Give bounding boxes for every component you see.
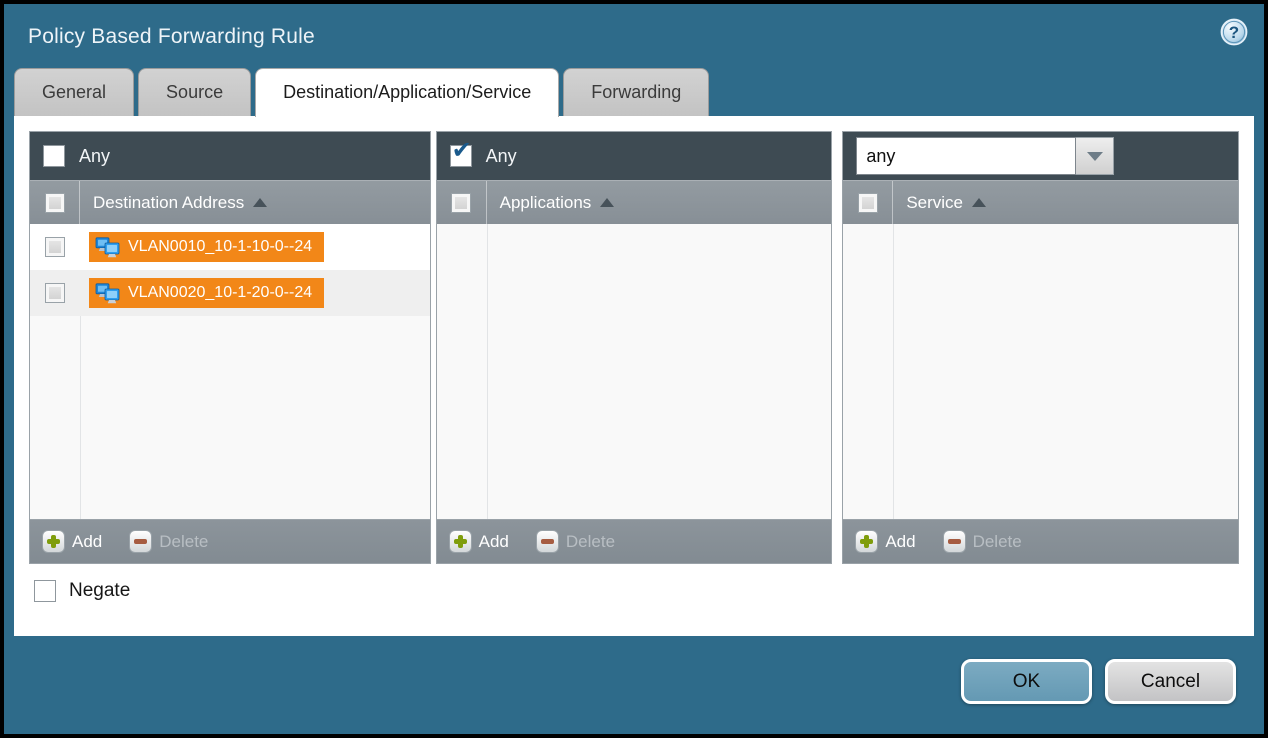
destination-any-checkbox[interactable]	[43, 145, 65, 167]
dialog-footer: OK Cancel	[4, 634, 1264, 734]
page-title: Policy Based Forwarding Rule	[4, 4, 1264, 49]
destination-select-all-checkbox[interactable]	[45, 193, 65, 213]
service-column: any Service Add Delete	[842, 131, 1239, 564]
destination-address-column: Any Destination Address VLAN0010_10-1-10	[29, 131, 431, 564]
destination-delete-button[interactable]: Delete	[159, 532, 208, 552]
row-checkbox[interactable]	[45, 283, 65, 303]
destination-add-button[interactable]: Add	[72, 532, 102, 552]
sort-ascending-icon	[972, 198, 986, 207]
applications-list	[437, 224, 832, 519]
destination-column-header[interactable]: Destination Address	[30, 180, 430, 224]
add-icon[interactable]	[449, 530, 472, 553]
tab-forwarding[interactable]: Forwarding	[563, 68, 709, 116]
add-icon[interactable]	[42, 530, 65, 553]
delete-icon[interactable]	[943, 530, 966, 553]
destination-footer: Add Delete	[30, 519, 430, 563]
delete-icon[interactable]	[536, 530, 559, 553]
service-add-button[interactable]: Add	[885, 532, 915, 552]
negate-checkbox[interactable]	[34, 580, 56, 602]
row-checkbox[interactable]	[45, 237, 65, 257]
applications-any-checkbox[interactable]	[450, 145, 472, 167]
applications-delete-button[interactable]: Delete	[566, 532, 615, 552]
tab-bar: General Source Destination/Application/S…	[14, 68, 1264, 116]
applications-select-all-checkbox[interactable]	[451, 193, 471, 213]
cancel-button[interactable]: Cancel	[1105, 659, 1236, 704]
service-header-label: Service	[906, 193, 963, 213]
sort-ascending-icon	[600, 198, 614, 207]
service-select-all-checkbox[interactable]	[858, 193, 878, 213]
applications-any-label: Any	[486, 146, 517, 167]
tab-source[interactable]: Source	[138, 68, 251, 116]
applications-column-header[interactable]: Applications	[437, 180, 832, 224]
address-object-label: VLAN0020_10-1-20-0--24	[128, 284, 312, 302]
applications-any-bar: Any	[437, 132, 832, 180]
ok-button[interactable]: OK	[961, 659, 1092, 704]
table-row: VLAN0020_10-1-20-0--24	[30, 270, 430, 316]
tab-general[interactable]: General	[14, 68, 134, 116]
add-icon[interactable]	[855, 530, 878, 553]
tab-content-panel: Any Destination Address VLAN0010_10-1-10	[14, 116, 1254, 636]
service-column-header[interactable]: Service	[843, 180, 1238, 224]
applications-add-button[interactable]: Add	[479, 532, 509, 552]
destination-any-label: Any	[79, 146, 110, 167]
service-type-dropdown[interactable]: any	[856, 137, 1114, 175]
svg-text:?: ?	[1229, 23, 1239, 42]
tab-destination-application-service[interactable]: Destination/Application/Service	[255, 68, 559, 117]
help-button[interactable]: ?	[1220, 18, 1248, 46]
service-list	[843, 224, 1238, 519]
address-object-label: VLAN0010_10-1-10-0--24	[128, 238, 312, 256]
delete-icon[interactable]	[129, 530, 152, 553]
destination-any-bar: Any	[30, 132, 430, 180]
negate-row: Negate	[34, 580, 1254, 602]
negate-label: Negate	[69, 580, 130, 602]
columns-container: Any Destination Address VLAN0010_10-1-10	[14, 116, 1254, 564]
help-icon: ?	[1220, 18, 1248, 46]
service-footer: Add Delete	[843, 519, 1238, 563]
dialog-titlebar: Policy Based Forwarding Rule ?	[4, 4, 1264, 68]
chevron-down-icon	[1087, 152, 1103, 161]
table-row: VLAN0010_10-1-10-0--24	[30, 224, 430, 270]
service-dropdown-value[interactable]: any	[856, 137, 1076, 175]
sort-ascending-icon	[253, 198, 267, 207]
service-any-bar: any	[843, 132, 1238, 180]
address-object-chip[interactable]: VLAN0010_10-1-10-0--24	[89, 232, 324, 262]
network-computers-icon	[95, 237, 121, 258]
applications-column: Any Applications Add Delete	[436, 131, 833, 564]
destination-header-label: Destination Address	[93, 193, 244, 213]
network-computers-icon	[95, 283, 121, 304]
applications-header-label: Applications	[500, 193, 592, 213]
service-delete-button[interactable]: Delete	[973, 532, 1022, 552]
applications-footer: Add Delete	[437, 519, 832, 563]
dropdown-button[interactable]	[1076, 137, 1114, 175]
address-object-chip[interactable]: VLAN0020_10-1-20-0--24	[89, 278, 324, 308]
destination-list: VLAN0010_10-1-10-0--24 VLAN0020_10-1-20-…	[30, 224, 430, 519]
